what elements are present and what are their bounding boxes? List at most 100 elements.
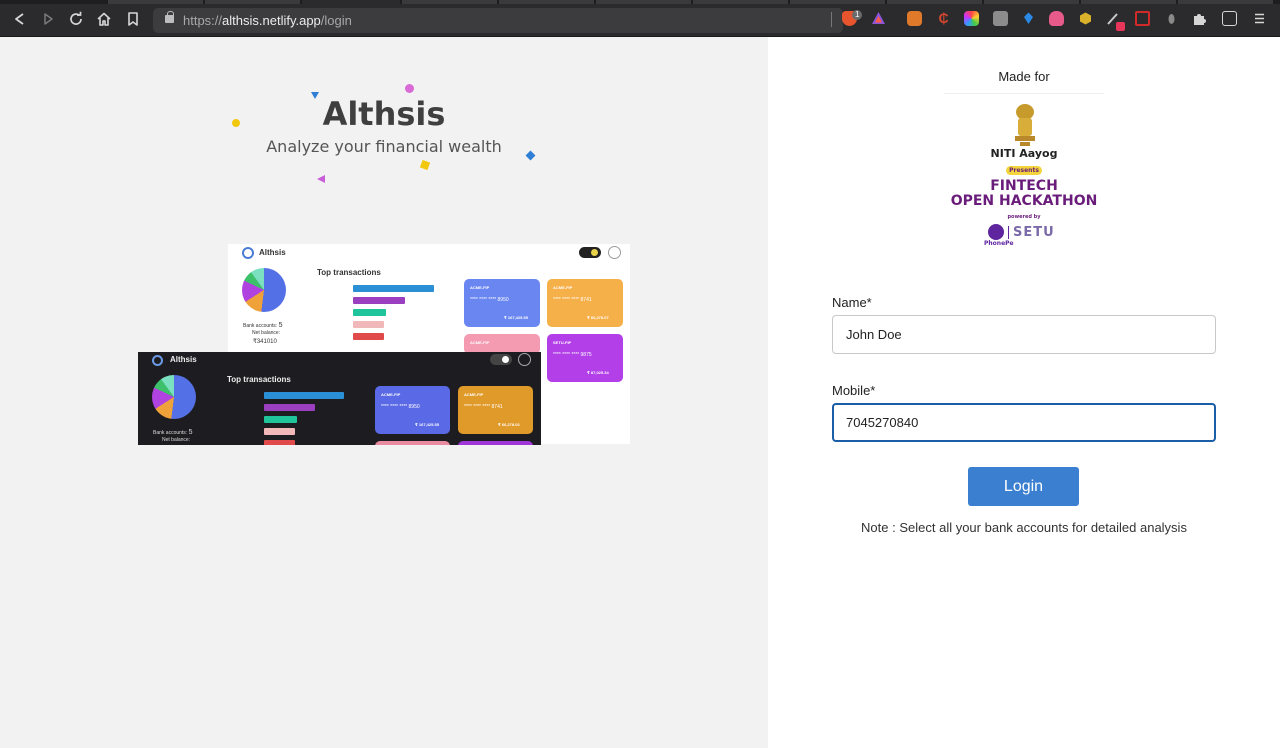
- preview-net-balance-label: Net balance:: [162, 437, 191, 443]
- emblem-icon: [1015, 104, 1035, 146]
- preview-bar: [264, 440, 295, 445]
- leaf-extension-icon[interactable]: [1164, 11, 1179, 26]
- gem-icon[interactable]: [1021, 11, 1036, 26]
- sponsor-setu: SETU: [1013, 225, 1055, 240]
- app-logo-icon: [152, 355, 163, 366]
- octocat-icon[interactable]: [1049, 11, 1064, 26]
- shields-count-badge: 1: [852, 10, 863, 20]
- notification-badge: [1116, 22, 1125, 31]
- preview-net-balance: ₹341010: [253, 339, 277, 345]
- tab[interactable]: [596, 0, 691, 4]
- preview-card: ACME-FIP **** **** **** 8741 ₹ 66,278.02: [458, 386, 533, 434]
- preview-card: ACME-FIP: [464, 334, 540, 354]
- preview-bar: [353, 297, 405, 304]
- metamask-icon[interactable]: [907, 11, 922, 26]
- preview-pie-chart: [242, 268, 286, 312]
- tab[interactable]: [790, 0, 885, 4]
- login-button[interactable]: Login: [968, 467, 1079, 506]
- tab[interactable]: [108, 0, 203, 4]
- theme-toggle: [490, 354, 512, 365]
- preview-card: ACME-FIP **** **** **** 8950 ₹ 167,425.5…: [375, 386, 450, 434]
- hackathon-title-line2: OPEN HACKATHON: [950, 193, 1098, 209]
- reload-icon[interactable]: [67, 10, 85, 28]
- wallet-icon[interactable]: [1222, 11, 1237, 26]
- forward-icon[interactable]: [39, 10, 57, 28]
- app-brand-title: Althsis: [322, 95, 446, 133]
- preview-net-balance-label: Net balance:: [252, 330, 281, 336]
- tab-strip: [0, 0, 1280, 4]
- confetti-square: [419, 159, 431, 171]
- tab-active[interactable]: [302, 0, 400, 4]
- name-input[interactable]: [832, 315, 1216, 354]
- record-extension-icon[interactable]: [1135, 11, 1150, 26]
- preview-card: [375, 441, 450, 445]
- preview-bank-accounts: Bank accounts: 5: [153, 429, 193, 436]
- preview-section-title: Top transactions: [317, 268, 381, 277]
- preview-bar: [264, 404, 315, 411]
- address-bar[interactable]: https://althsis.netlify.app/login: [153, 8, 843, 33]
- preview-card: SETU-FIP **** **** **** 9875 ₹ 87,025.34: [547, 334, 623, 382]
- preview-card: ACME-FIP **** **** **** 8950 ₹ 167,425.5…: [464, 279, 540, 327]
- avatar: [608, 246, 621, 259]
- preview-bank-accounts: Bank accounts: 5: [243, 322, 283, 329]
- tab[interactable]: [693, 0, 788, 4]
- preview-section-title: Top transactions: [227, 375, 291, 384]
- browser-toolbar: https://althsis.netlify.app/login 1 ₵: [0, 0, 1280, 37]
- theme-toggle: [579, 247, 601, 258]
- app-logo-icon: [242, 247, 254, 259]
- color-picker-icon[interactable]: [964, 11, 979, 26]
- dashboard-preview-dark: Althsis Bank accounts: 5 Net balance: To…: [138, 352, 541, 445]
- tab[interactable]: [402, 0, 497, 4]
- preview-bar: [264, 416, 297, 423]
- tab[interactable]: [887, 0, 982, 4]
- hackathon-powered-by: powered by: [1007, 214, 1041, 220]
- hackathon-org: NITI Aayog: [990, 147, 1058, 160]
- tab[interactable]: [205, 0, 300, 4]
- phonepe-icon: [988, 224, 1004, 240]
- confetti-dot: [405, 84, 414, 93]
- preview-bar: [353, 321, 384, 328]
- coin-extension-icon[interactable]: ₵: [936, 11, 951, 26]
- preview-card: [458, 441, 533, 445]
- toolbar-divider: [831, 12, 832, 27]
- avatar: [518, 353, 531, 366]
- home-icon[interactable]: [95, 10, 113, 28]
- menu-icon[interactable]: [1252, 11, 1267, 26]
- preview-bar: [353, 309, 386, 316]
- url-text[interactable]: https://althsis.netlify.app/login: [183, 13, 352, 28]
- mobile-label: Mobile*: [832, 383, 876, 398]
- preview-bar: [264, 392, 344, 399]
- hackathon-title-line1: FINTECH: [990, 178, 1058, 194]
- name-label: Name*: [832, 295, 872, 310]
- hero-panel: Althsis Analyze your financial wealth Al…: [0, 37, 768, 748]
- preview-pie-chart: [152, 375, 196, 419]
- back-icon[interactable]: [11, 10, 29, 28]
- made-for-label: Made for: [998, 69, 1050, 84]
- login-panel: Made for NITI Aayog Presents FINTECH OPE…: [768, 37, 1280, 748]
- tab[interactable]: [1081, 0, 1176, 4]
- lock-icon[interactable]: [165, 11, 174, 23]
- preview-app-name: Althsis: [259, 248, 286, 257]
- bookmark-icon[interactable]: [124, 10, 142, 28]
- app-tagline: Analyze your financial wealth: [266, 137, 502, 156]
- tab[interactable]: [499, 0, 594, 4]
- camera-icon[interactable]: [993, 11, 1008, 26]
- hackathon-logo: NITI Aayog Presents FINTECH OPEN HACKATH…: [944, 93, 1104, 253]
- preview-bar: [353, 285, 434, 292]
- sponsor-phonepe: PhonePe: [984, 240, 1014, 247]
- preview-app-name: Althsis: [170, 355, 197, 364]
- preview-bar: [353, 333, 384, 340]
- hackathon-presents: Presents: [1009, 167, 1039, 174]
- preview-card: ACME-FIP **** **** **** 8741 ₹ 66,278.07: [547, 279, 623, 327]
- mobile-input[interactable]: [832, 403, 1216, 442]
- tab[interactable]: [984, 0, 1079, 4]
- tab[interactable]: [1178, 0, 1273, 4]
- brave-rewards-icon[interactable]: [871, 11, 886, 26]
- bank-accounts-note: Note : Select all your bank accounts for…: [861, 520, 1187, 535]
- confetti-triangle: [317, 175, 325, 183]
- cube-extension-icon[interactable]: [1078, 11, 1093, 26]
- extensions-puzzle-icon[interactable]: [1192, 11, 1207, 26]
- confetti-dot: [232, 119, 240, 127]
- preview-bar: [264, 428, 295, 435]
- confetti-triangle: [311, 92, 319, 99]
